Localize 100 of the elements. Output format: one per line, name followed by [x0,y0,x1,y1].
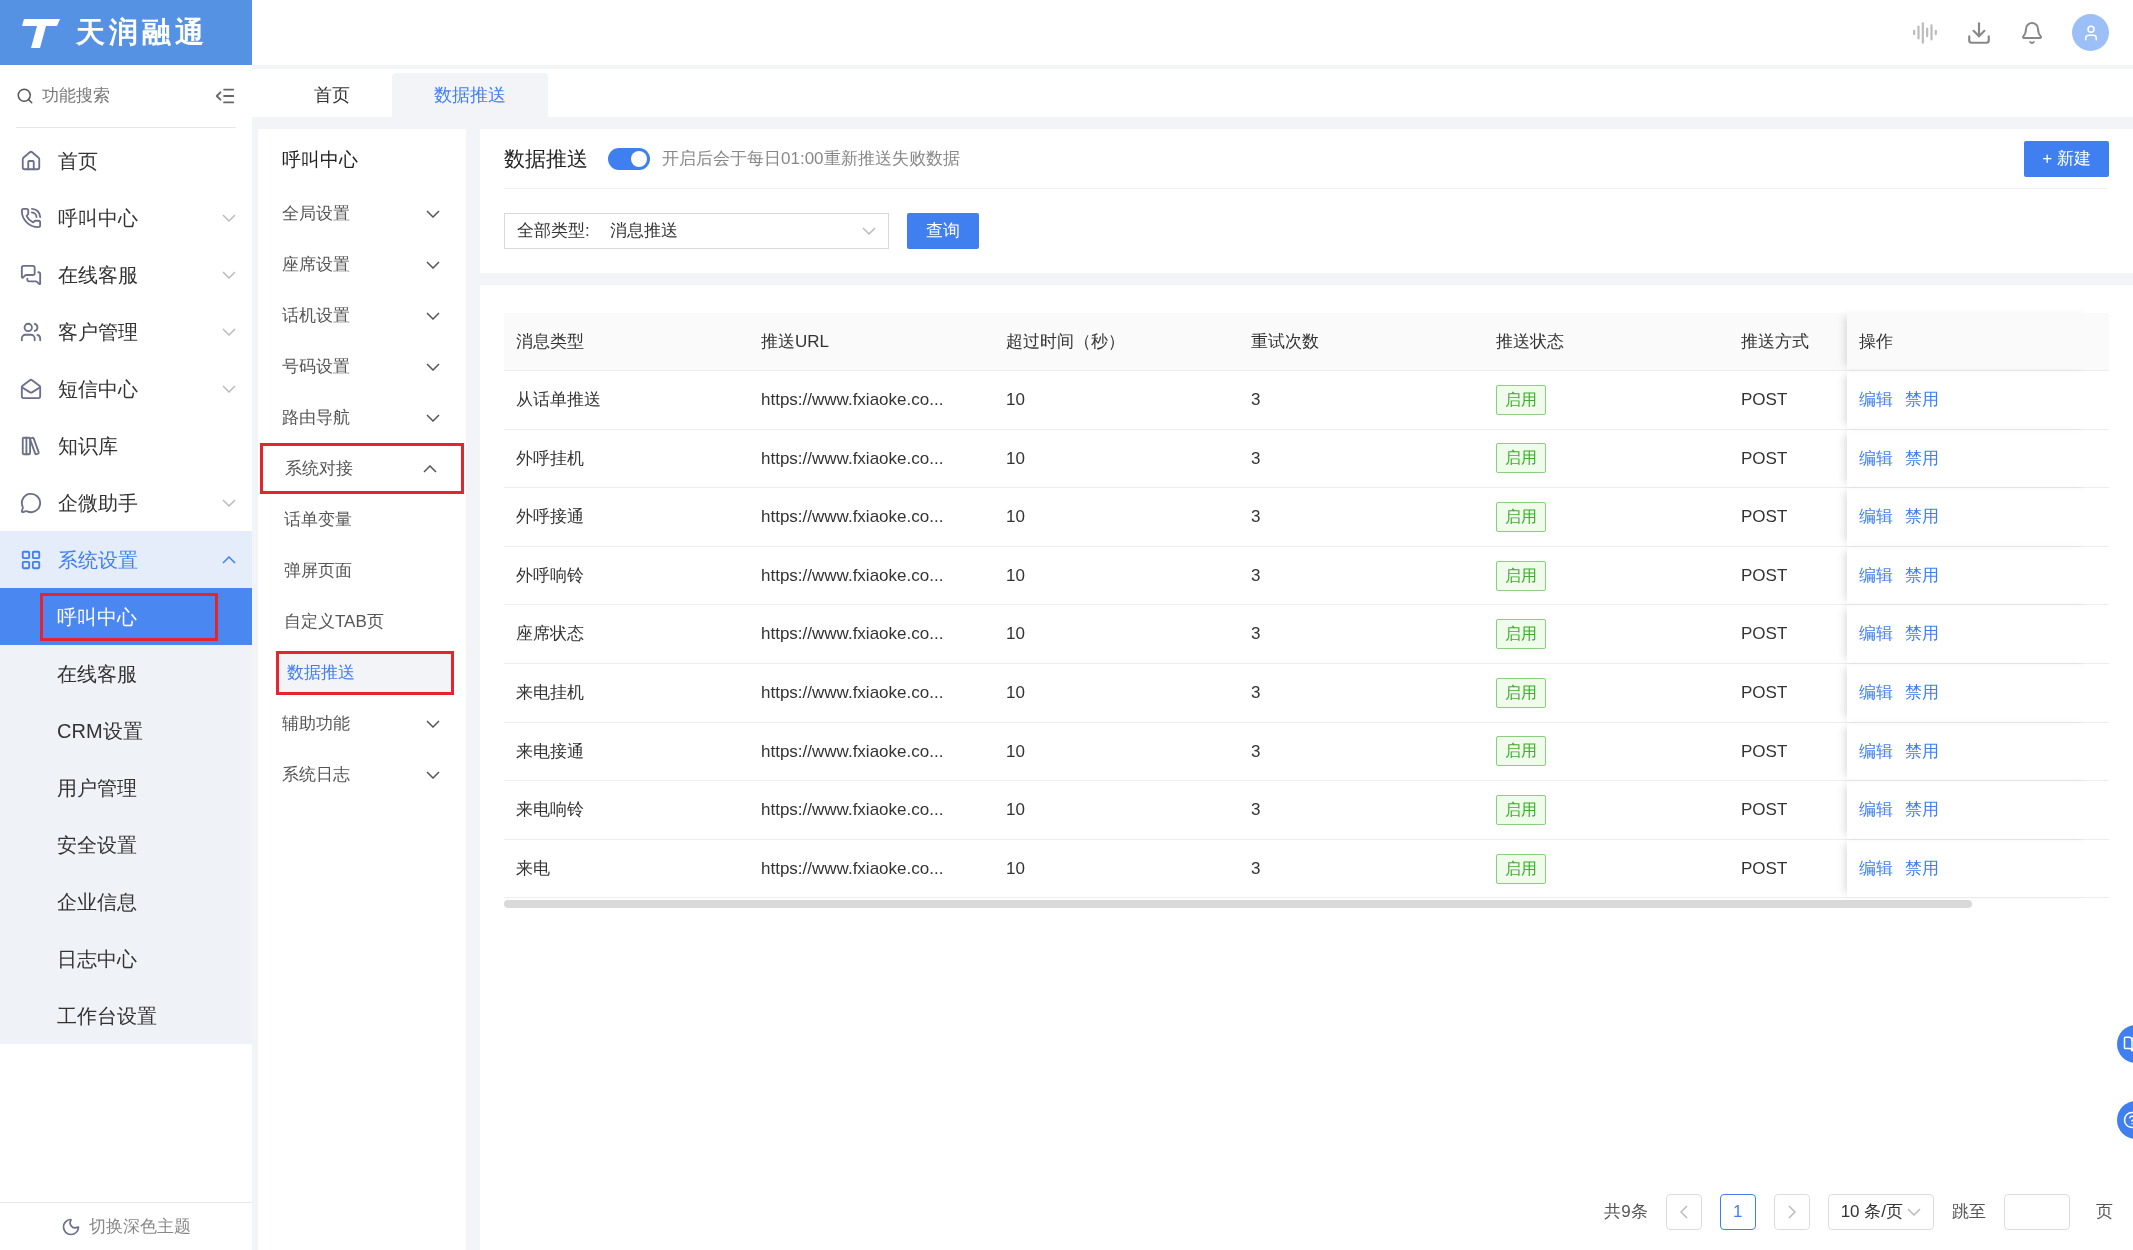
table-cell-text: 来电 [515,857,551,880]
table-cell-text: 外呼挂机 [515,447,585,470]
sidebar-item[interactable]: 企微助手 [0,474,252,531]
chevron-down-icon [426,770,440,779]
toggle-switch[interactable] [608,147,650,170]
home-icon [20,149,42,172]
table-cell-text: POST [1740,623,1789,646]
submenu-item[interactable]: 系统对接 [260,443,464,494]
tab[interactable]: 数据推送 [392,73,548,117]
table-cell-text: https://www.fxiaoke.co... [760,857,945,880]
chevron-down-icon [222,270,236,279]
chevron-down-icon [426,209,440,218]
table-cell-text: 10 [1005,799,1026,822]
jump-page-field[interactable] [2004,1194,2070,1230]
action-link[interactable]: 编辑 [1859,738,1893,765]
action-link[interactable]: 禁用 [1905,680,1939,706]
submenu-item[interactable]: 系统日志 [260,749,464,800]
sidebar-subitem[interactable]: 企业信息 [0,873,252,930]
action-link[interactable]: 禁用 [1905,387,1939,413]
table-cell-text: 10 [1005,389,1026,412]
submenu-item[interactable]: 座席设置 [260,239,464,290]
table-cell-text: POST [1740,740,1789,763]
avatar[interactable] [2072,14,2109,51]
table-cell-text: POST [1740,447,1789,470]
query-button[interactable]: 查询 [907,213,979,249]
action-link[interactable]: 编辑 [1859,562,1893,589]
table-cell-text: 3 [1250,447,1262,470]
sound-wave-icon[interactable] [1912,19,1938,46]
column-header: 超过时间（秒） [1005,330,1126,353]
table-cell-text: 3 [1250,682,1262,704]
action-link[interactable]: 禁用 [1905,797,1939,823]
sidebar-item[interactable]: 知识库 [0,417,252,474]
action-link[interactable]: 编辑 [1859,387,1893,413]
table-cell-text: 10 [1005,740,1026,763]
horizontal-scrollbar[interactable] [504,900,1972,909]
sidebar-subitem[interactable]: 安全设置 [0,816,252,873]
submenu-subitem[interactable]: 话单变量 [276,497,454,542]
tab[interactable]: 首页 [272,73,392,117]
column-header: 推送状态 [1495,330,1565,353]
submenu-item[interactable]: 辅助功能 [260,698,464,749]
sidebar-subitem[interactable]: 用户管理 [0,759,252,816]
type-select[interactable]: 全部类型: 消息推送 [504,213,889,249]
submenu-item[interactable]: 号码设置 [260,341,464,392]
table-cell-text: POST [1740,564,1789,587]
submenu-subitem[interactable]: 弹屏页面 [276,548,454,593]
table-cell-text: POST [1740,506,1789,529]
action-link[interactable]: 编辑 [1859,680,1893,706]
submenu-subitem[interactable]: 数据推送 [276,650,454,695]
sidebar-subitem[interactable]: 工作台设置 [0,987,252,1044]
action-link[interactable]: 禁用 [1905,738,1939,765]
action-link[interactable]: 禁用 [1905,855,1939,882]
chevron-up-icon [423,464,437,473]
status-tag: 启用 [1496,677,1546,708]
new-button[interactable]: + 新建 [2024,140,2109,177]
action-link[interactable]: 编辑 [1859,621,1893,647]
chevron-down-icon [1907,1208,1921,1216]
page-size-select[interactable]: 10 条/页 [1827,1194,1934,1230]
submenu-item[interactable]: 路由导航 [260,392,464,443]
bell-icon[interactable] [2020,20,2044,45]
table-cell-text: https://www.fxiaoke.co... [760,389,945,412]
sidebar-item[interactable]: 客户管理 [0,303,252,360]
page-button[interactable]: 1 [1719,1194,1756,1230]
action-link[interactable]: 编辑 [1859,797,1893,823]
sidebar-item[interactable]: 首页 [0,132,252,189]
phone-icon [20,206,42,229]
sidebar-subitem[interactable]: CRM设置 [0,702,252,759]
status-tag: 启用 [1496,853,1546,884]
moon-icon [61,1216,81,1237]
action-link[interactable]: 编辑 [1859,445,1893,472]
action-link[interactable]: 禁用 [1905,621,1939,647]
action-link[interactable]: 编辑 [1859,504,1893,530]
sidebar-item[interactable]: 在线客服 [0,246,252,303]
action-link[interactable]: 编辑 [1859,855,1893,882]
download-icon[interactable] [1966,19,1992,46]
sidebar-subitem[interactable]: 在线客服 [0,645,252,702]
chevron-up-icon [222,555,236,564]
sidebar-item[interactable]: 呼叫中心 [0,189,252,246]
search-field[interactable]: 功能搜索 [42,83,206,109]
status-tag: 启用 [1496,736,1546,767]
table-cell-text: 外呼接通 [515,506,585,529]
chevron-right-icon [1787,1205,1796,1219]
sidebar-subitem[interactable]: 日志中心 [0,930,252,987]
chevron-down-icon [426,260,440,269]
chat-bubble-icon [20,491,42,514]
chevron-down-icon [426,413,440,422]
action-link[interactable]: 禁用 [1905,562,1939,589]
action-link[interactable]: 禁用 [1905,445,1939,472]
theme-toggle-link[interactable]: 切换深色主题 [89,1213,191,1240]
table-cell-text: POST [1740,799,1789,822]
toggle-hint: 开启后会于每日01:00重新推送失败数据 [662,147,961,170]
envelope-icon [20,377,42,400]
table-cell-text: 10 [1005,857,1026,880]
sidebar-item[interactable]: 短信中心 [0,360,252,417]
submenu-item[interactable]: 话机设置 [260,290,464,341]
table-cell-text: https://www.fxiaoke.co... [760,447,945,470]
submenu-item[interactable]: 全局设置 [260,188,464,239]
table-cell-text: 3 [1250,799,1262,822]
table-cell-text: 3 [1250,564,1262,587]
submenu-subitem[interactable]: 自定义TAB页 [276,599,454,644]
action-link[interactable]: 禁用 [1905,504,1939,530]
